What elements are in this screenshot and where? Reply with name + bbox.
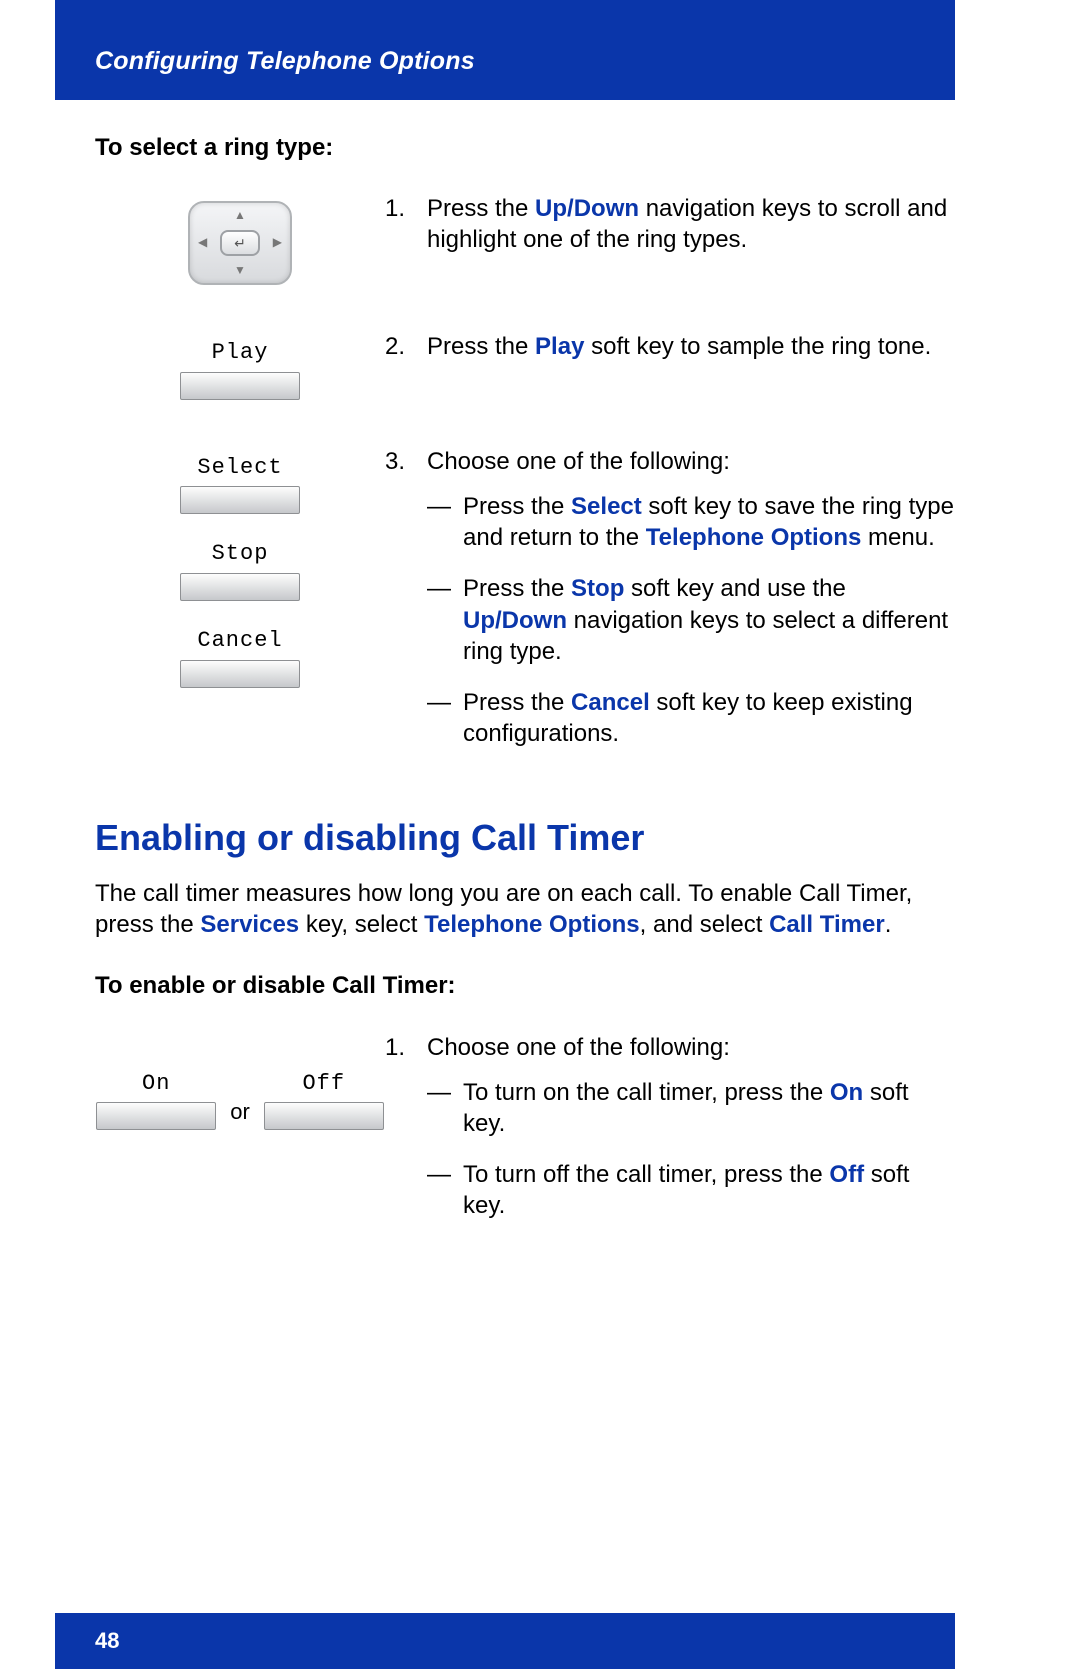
step-3-graphic: Select Stop Cancel — [95, 446, 385, 688]
softkey-button-icon — [180, 660, 300, 688]
page-header-title: Configuring Telephone Options — [95, 47, 475, 76]
step-text: Choose one of the following: — To turn o… — [427, 1032, 955, 1242]
sub-option-select: — Press the Select soft key to save the … — [427, 491, 955, 553]
page-header: Configuring Telephone Options — [55, 0, 955, 100]
navigation-pad-icon: ▲ ▼ ◀ ▶ ↵ — [188, 201, 292, 285]
page-footer: 48 — [55, 1613, 955, 1669]
step-number: 3. — [385, 446, 413, 770]
ring-type-subhead: To select a ring type: — [95, 132, 955, 163]
step-2: Play 2. Press the Play soft key to sampl… — [95, 331, 955, 400]
call-timer-heading: Enabling or disabling Call Timer — [95, 815, 955, 862]
softkey-label: Select — [197, 454, 282, 483]
step-text: Press the Up/Down navigation keys to scr… — [427, 193, 955, 255]
step-2-graphic: Play — [95, 331, 385, 400]
highlight-play: Play — [535, 333, 584, 360]
step-text: Choose one of the following: — Press the… — [427, 446, 955, 770]
softkey-label: Cancel — [197, 627, 282, 656]
softkey-play: Play — [180, 339, 300, 400]
softkey-cancel: Cancel — [180, 627, 300, 688]
softkey-label: On — [142, 1070, 170, 1099]
step-3: Select Stop Cancel 3. Choose one of the … — [95, 446, 955, 770]
sub-option-off: — To turn off the call timer, press the … — [427, 1159, 955, 1221]
softkey-label: Play — [212, 339, 269, 368]
or-text: or — [230, 1098, 250, 1131]
chevron-left-icon: ◀ — [198, 235, 207, 251]
step-1-graphic: ▲ ▼ ◀ ▶ ↵ — [95, 193, 385, 285]
page-number: 48 — [95, 1628, 119, 1654]
step-number: 1. — [385, 193, 413, 255]
highlight-updown: Up/Down — [535, 195, 639, 222]
sub-option-stop: — Press the Stop soft key and use the Up… — [427, 573, 955, 667]
softkey-on: On — [96, 1070, 216, 1131]
softkey-select: Select — [180, 454, 300, 515]
softkey-label: Stop — [212, 540, 269, 569]
sub-option-cancel: — Press the Cancel soft key to keep exis… — [427, 687, 955, 749]
softkey-stop: Stop — [180, 540, 300, 601]
call-timer-step-1: On or Off 1. Choose one of the following… — [95, 1032, 955, 1242]
softkey-button-icon — [264, 1102, 384, 1130]
softkey-button-icon — [96, 1102, 216, 1130]
softkey-button-icon — [180, 372, 300, 400]
step-number: 1. — [385, 1032, 413, 1242]
chevron-right-icon: ▶ — [273, 235, 282, 251]
page-content: To select a ring type: ▲ ▼ ◀ ▶ ↵ 1. Pres… — [95, 120, 955, 1288]
softkey-label: Off — [302, 1070, 345, 1099]
call-timer-graphic: On or Off — [95, 1032, 385, 1131]
step-1: ▲ ▼ ◀ ▶ ↵ 1. Press the Up/Down navigatio… — [95, 193, 955, 285]
softkey-off: Off — [264, 1070, 384, 1131]
sub-option-on: — To turn on the call timer, press the O… — [427, 1077, 955, 1139]
step-number: 2. — [385, 331, 413, 362]
step-text: Press the Play soft key to sample the ri… — [427, 331, 955, 362]
chevron-down-icon: ▼ — [234, 263, 246, 279]
softkey-button-icon — [180, 486, 300, 514]
call-timer-intro: The call timer measures how long you are… — [95, 878, 955, 940]
enter-key-icon: ↵ — [220, 230, 260, 256]
softkey-button-icon — [180, 573, 300, 601]
chevron-up-icon: ▲ — [234, 208, 246, 224]
call-timer-subhead: To enable or disable Call Timer: — [95, 970, 955, 1001]
